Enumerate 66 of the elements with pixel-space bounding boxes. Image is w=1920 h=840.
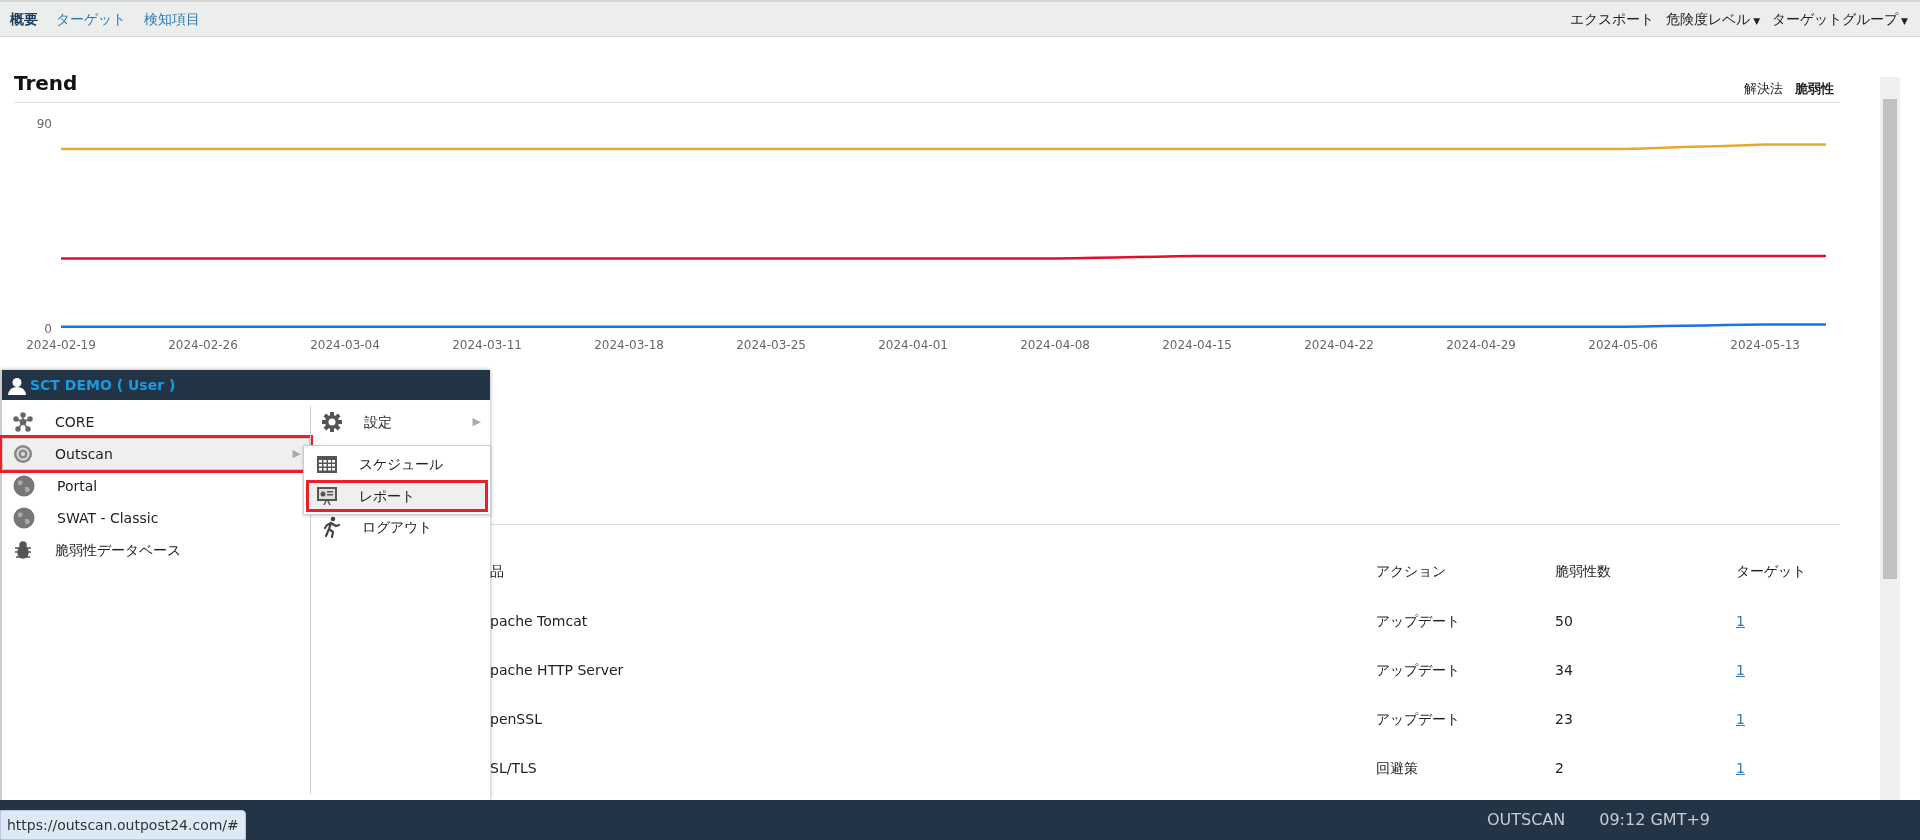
column-header: アクション [1376,562,1446,579]
tab[interactable]: 検知項目 [140,8,214,30]
bug-icon [13,540,33,560]
table-cell: SL/TLS [490,760,537,776]
dropdown-button[interactable]: ターゲットグループ ▼ [1766,8,1914,30]
table-cell: pache Tomcat [490,613,588,629]
product-name: OUTSCAN [1486,809,1566,831]
globe-icon [13,475,35,497]
export-button[interactable]: エクスポート [1564,8,1661,30]
column-header: ターゲット [1736,562,1806,579]
dropdown-button[interactable]: 危険度レベル ▼ [1660,8,1767,30]
table-cell: アップデート [1376,613,1460,629]
axis-label: 0 [44,322,52,336]
axis-label: 2024-04-29 [1446,338,1516,352]
axis-label: 2024-03-18 [594,338,664,352]
table-cell: 回避策 [1376,760,1418,776]
tab[interactable]: ターゲット [52,8,140,30]
toggle-link[interactable]: 脆弱性 [1789,78,1840,98]
user-icon [8,376,26,395]
table-cell: 23 [1555,711,1573,727]
presentation-icon [317,487,337,505]
axis-label: 2024-02-19 [26,338,96,352]
chart-title: Trend [14,70,78,97]
calendar-icon [317,455,337,473]
settings-icon [322,412,342,432]
submenu-arrow-icon: ▶ [472,413,481,431]
menu-item[interactable]: レポート [306,480,488,512]
menu-item[interactable]: 設定 ▶ [311,406,490,438]
table-cell: 2 [1555,760,1564,776]
axis-label: 2024-03-11 [452,338,522,352]
menu-item[interactable]: ログアウト [311,511,490,543]
axis-label: 2024-05-13 [1730,338,1800,352]
menu-item[interactable]: 脆弱性データベース [2,534,310,566]
column-header: 品 [490,562,504,579]
column-header: 脆弱性数 [1555,562,1611,579]
target-count-link[interactable]: 1 [1736,760,1745,776]
axis-label: 2024-04-01 [878,338,948,352]
table-cell: 50 [1555,613,1573,629]
toggle-link[interactable]: 解決法 [1738,78,1789,98]
axis-label: 2024-04-08 [1020,338,1090,352]
link-url-tooltip: https://outscan.outpost24.com/# [0,810,246,840]
table-cell: 34 [1555,662,1573,678]
axis-label: 2024-03-25 [736,338,806,352]
globe-icon [13,507,35,529]
table-cell: pache HTTP Server [490,662,624,678]
axis-label: 2024-04-15 [1162,338,1232,352]
network-icon [13,412,33,432]
axis-label: 90 [36,117,52,131]
target-count-link[interactable]: 1 [1736,662,1745,678]
table-cell: penSSL [490,711,542,727]
axis-label: 2024-03-04 [310,338,380,352]
target-icon [13,444,33,464]
submenu-arrow-icon: ▶ [292,445,301,463]
menu-item[interactable]: Outscan ▶ [2,438,310,470]
scrollbar[interactable] [1880,77,1900,800]
tab[interactable]: 概要 [6,8,52,30]
target-count-link[interactable]: 1 [1736,711,1745,727]
axis-label: 2024-05-06 [1588,338,1658,352]
axis-label: 2024-02-26 [168,338,238,352]
user-name: SCT DEMO ( User ) [30,375,176,395]
clock: 09:12 GMT+9 [1599,809,1710,831]
axis-label: 2024-04-22 [1304,338,1374,352]
table-cell: アップデート [1376,662,1460,678]
table-cell: アップデート [1376,711,1460,727]
target-count-link[interactable]: 1 [1736,613,1745,629]
runner-icon [322,516,340,538]
